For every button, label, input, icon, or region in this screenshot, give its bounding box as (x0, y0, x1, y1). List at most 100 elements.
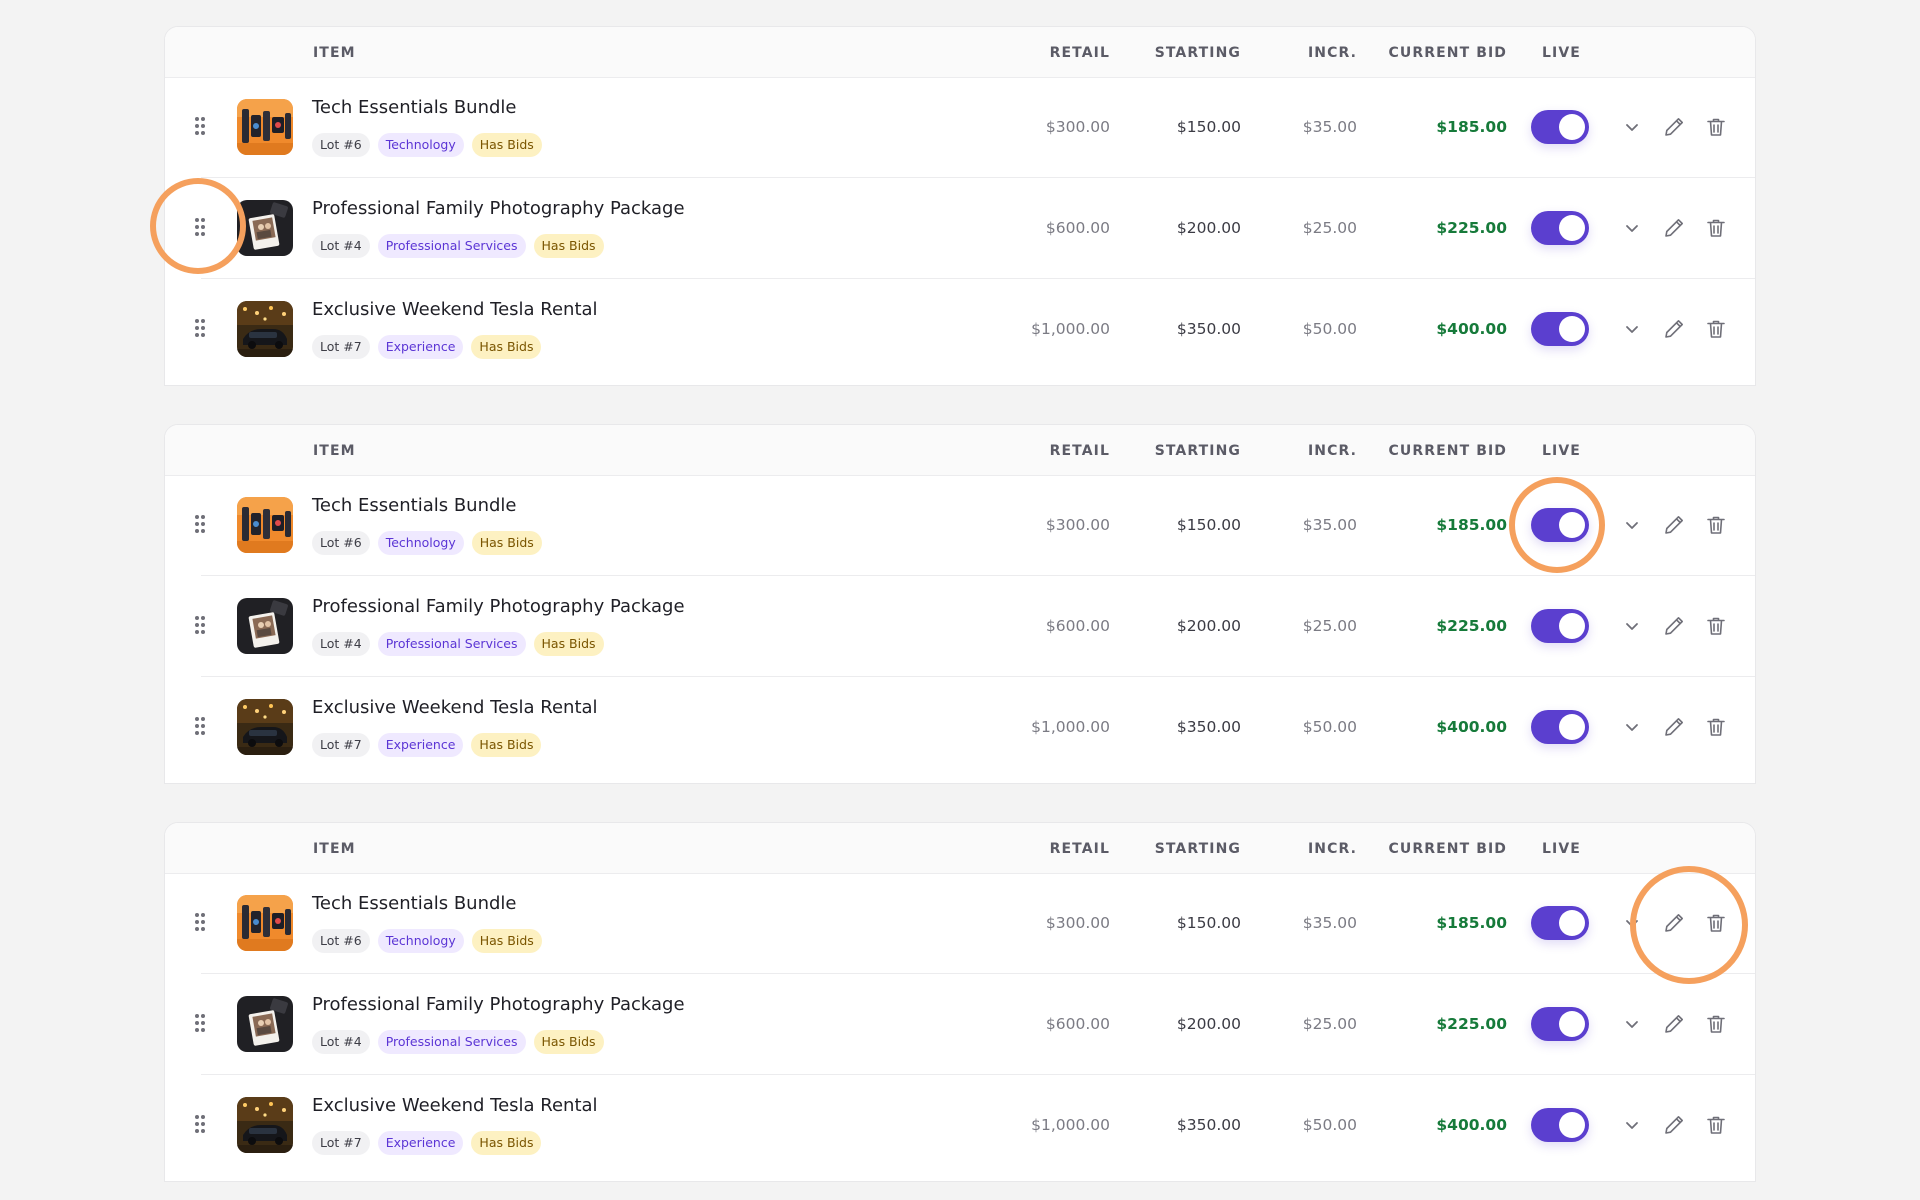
item-title[interactable]: Tech Essentials Bundle (312, 97, 517, 118)
live-toggle[interactable] (1531, 609, 1589, 643)
drag-handle-icon[interactable] (195, 1014, 205, 1032)
pencil-icon[interactable] (1662, 911, 1686, 935)
drag-handle-icon[interactable] (195, 319, 205, 337)
tesla-rental-thumbnail (237, 1097, 293, 1153)
live-toggle[interactable] (1531, 1007, 1589, 1041)
item-title[interactable]: Exclusive Weekend Tesla Rental (312, 299, 598, 320)
increment-value: $25.00 (1302, 219, 1357, 237)
starting-value: $200.00 (1176, 1015, 1241, 1033)
table-row[interactable]: Tech Essentials Bundle Lot #6 Technology Ha… (165, 77, 1755, 178)
auction-items-table: ITEM RETAIL STARTING INCR. CURRENT BID LIVE Te… (164, 424, 1756, 784)
category-badge: Experience (377, 733, 464, 757)
trash-icon[interactable] (1704, 216, 1728, 240)
item-tags: Lot #4 Professional Services Has Bids (312, 632, 604, 656)
table-row[interactable]: Tech Essentials Bundle Lot #6 Technology Ha… (165, 475, 1755, 576)
trash-icon[interactable] (1704, 1012, 1728, 1036)
table-row[interactable]: Tech Essentials Bundle Lot #6 Technology Ha… (165, 873, 1755, 974)
lot-badge: Lot #6 (312, 133, 370, 157)
trash-icon[interactable] (1704, 1113, 1728, 1137)
pencil-icon[interactable] (1662, 115, 1686, 139)
increment-value: $35.00 (1302, 914, 1357, 932)
live-toggle[interactable] (1531, 1108, 1589, 1142)
live-toggle[interactable] (1531, 110, 1589, 144)
table-row[interactable]: Exclusive Weekend Tesla Rental Lot #7 Expe… (165, 677, 1755, 778)
column-header-starting: STARTING (1154, 841, 1241, 857)
pencil-icon[interactable] (1662, 216, 1686, 240)
trash-icon[interactable] (1704, 715, 1728, 739)
live-toggle[interactable] (1531, 710, 1589, 744)
column-header-current-bid: CURRENT BID (1388, 841, 1507, 857)
retail-value: $600.00 (1045, 219, 1110, 237)
photo-package-thumbnail (237, 200, 293, 256)
trash-icon[interactable] (1704, 115, 1728, 139)
drag-handle-icon[interactable] (195, 1115, 205, 1133)
chevron-down-icon[interactable] (1620, 614, 1644, 638)
item-title[interactable]: Professional Family Photography Package (312, 596, 685, 617)
trash-icon[interactable] (1704, 513, 1728, 537)
pencil-icon[interactable] (1662, 614, 1686, 638)
toggle-knob (1559, 613, 1585, 639)
item-tags: Lot #7 Experience Has Bids (312, 335, 542, 359)
live-toggle[interactable] (1531, 211, 1589, 245)
drag-handle-icon[interactable] (195, 616, 205, 634)
increment-value: $50.00 (1302, 718, 1357, 736)
pencil-icon[interactable] (1662, 513, 1686, 537)
table-header: ITEM RETAIL STARTING INCR. CURRENT BID LIVE (165, 27, 1755, 78)
drag-handle-icon[interactable] (195, 515, 205, 533)
toggle-knob (1559, 512, 1585, 538)
column-header-retail: RETAIL (1049, 45, 1110, 61)
trash-icon[interactable] (1704, 317, 1728, 341)
column-header-starting: STARTING (1154, 443, 1241, 459)
table-row[interactable]: Professional Family Photography Package L… (165, 974, 1755, 1075)
chevron-down-icon[interactable] (1620, 1012, 1644, 1036)
column-header-item: ITEM (313, 443, 356, 459)
live-toggle[interactable] (1531, 906, 1589, 940)
retail-value: $300.00 (1045, 516, 1110, 534)
trash-icon[interactable] (1704, 911, 1728, 935)
column-header-current-bid: CURRENT BID (1388, 45, 1507, 61)
pencil-icon[interactable] (1662, 1113, 1686, 1137)
item-title[interactable]: Exclusive Weekend Tesla Rental (312, 1095, 598, 1116)
pencil-icon[interactable] (1662, 715, 1686, 739)
increment-value: $50.00 (1302, 320, 1357, 338)
table-row[interactable]: Exclusive Weekend Tesla Rental Lot #7 Expe… (165, 1075, 1755, 1176)
current-bid-value: $185.00 (1436, 118, 1507, 136)
drag-handle-icon[interactable] (195, 117, 205, 135)
retail-value: $1,000.00 (1031, 1116, 1110, 1134)
auction-items-table: ITEM RETAIL STARTING INCR. CURRENT BID LIVE Te… (164, 822, 1756, 1182)
item-title[interactable]: Exclusive Weekend Tesla Rental (312, 697, 598, 718)
chevron-down-icon[interactable] (1620, 115, 1644, 139)
table-row[interactable]: Professional Family Photography Package L… (165, 576, 1755, 677)
drag-handle-icon[interactable] (195, 218, 205, 236)
live-toggle[interactable] (1531, 312, 1589, 346)
trash-icon[interactable] (1704, 614, 1728, 638)
chevron-down-icon[interactable] (1620, 911, 1644, 935)
item-title[interactable]: Tech Essentials Bundle (312, 495, 517, 516)
pencil-icon[interactable] (1662, 317, 1686, 341)
item-title[interactable]: Professional Family Photography Package (312, 198, 685, 219)
item-title[interactable]: Tech Essentials Bundle (312, 893, 517, 914)
table-row[interactable]: Professional Family Photography Package L… (165, 178, 1755, 279)
status-badge: Has Bids (533, 1030, 604, 1054)
column-header-item: ITEM (313, 841, 356, 857)
status-badge: Has Bids (471, 335, 542, 359)
table-header: ITEM RETAIL STARTING INCR. CURRENT BID LIVE (165, 425, 1755, 476)
table-row[interactable]: Exclusive Weekend Tesla Rental Lot #7 Expe… (165, 279, 1755, 380)
chevron-down-icon[interactable] (1620, 317, 1644, 341)
chevron-down-icon[interactable] (1620, 715, 1644, 739)
drag-handle-icon[interactable] (195, 717, 205, 735)
increment-value: $25.00 (1302, 1015, 1357, 1033)
lot-badge: Lot #4 (312, 632, 370, 656)
status-badge: Has Bids (533, 632, 604, 656)
drag-handle-icon[interactable] (195, 913, 205, 931)
chevron-down-icon[interactable] (1620, 216, 1644, 240)
live-toggle[interactable] (1531, 508, 1589, 542)
chevron-down-icon[interactable] (1620, 1113, 1644, 1137)
toggle-knob (1559, 910, 1585, 936)
category-badge: Technology (377, 929, 464, 953)
chevron-down-icon[interactable] (1620, 513, 1644, 537)
item-title[interactable]: Professional Family Photography Package (312, 994, 685, 1015)
category-badge: Technology (377, 531, 464, 555)
pencil-icon[interactable] (1662, 1012, 1686, 1036)
starting-value: $350.00 (1176, 718, 1241, 736)
